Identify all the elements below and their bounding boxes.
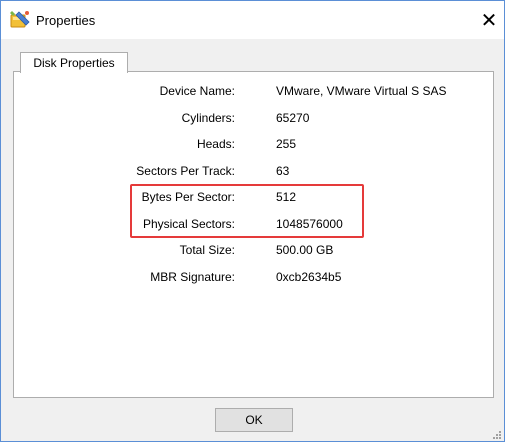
property-row-sectors-per-track: Sectors Per Track: 63 [14,164,493,180]
tab-disk-properties[interactable]: Disk Properties [20,52,128,73]
property-label: Total Size: [179,243,235,257]
app-icon [9,9,31,31]
property-value: 63 [276,164,290,178]
ok-button[interactable]: OK [215,408,293,432]
title-bar[interactable]: Properties ✕ [1,1,504,39]
property-label: Heads: [196,137,235,151]
properties-panel: Device Name: VMware, VMware Virtual S SA… [13,71,494,398]
property-row-total-size: Total Size: 500.00 GB [14,243,493,259]
property-value: VMware, VMware Virtual S SAS [276,84,447,98]
properties-dialog: Properties ✕ Disk Properties Device Name… [0,0,505,442]
property-value: 255 [276,137,297,151]
property-label: Cylinders: [181,111,235,125]
property-row-cylinders: Cylinders: 65270 [14,111,493,127]
property-row-mbr-signature: MBR Signature: 0xcb2634b5 [14,270,493,286]
property-label: Sectors Per Track: [136,164,235,178]
property-value: 0xcb2634b5 [276,270,342,284]
resize-grip-icon[interactable] [492,429,502,439]
close-icon: ✕ [480,9,498,32]
highlight-box [130,184,364,238]
close-button[interactable]: ✕ [474,1,504,39]
property-label: MBR Signature: [150,270,235,284]
property-value: 500.00 GB [276,243,334,257]
property-row-device-name: Device Name: VMware, VMware Virtual S SA… [14,84,493,100]
property-value: 65270 [276,111,310,125]
property-label: Device Name: [159,84,235,98]
window-title: Properties [36,13,96,28]
property-row-heads: Heads: 255 [14,137,493,153]
